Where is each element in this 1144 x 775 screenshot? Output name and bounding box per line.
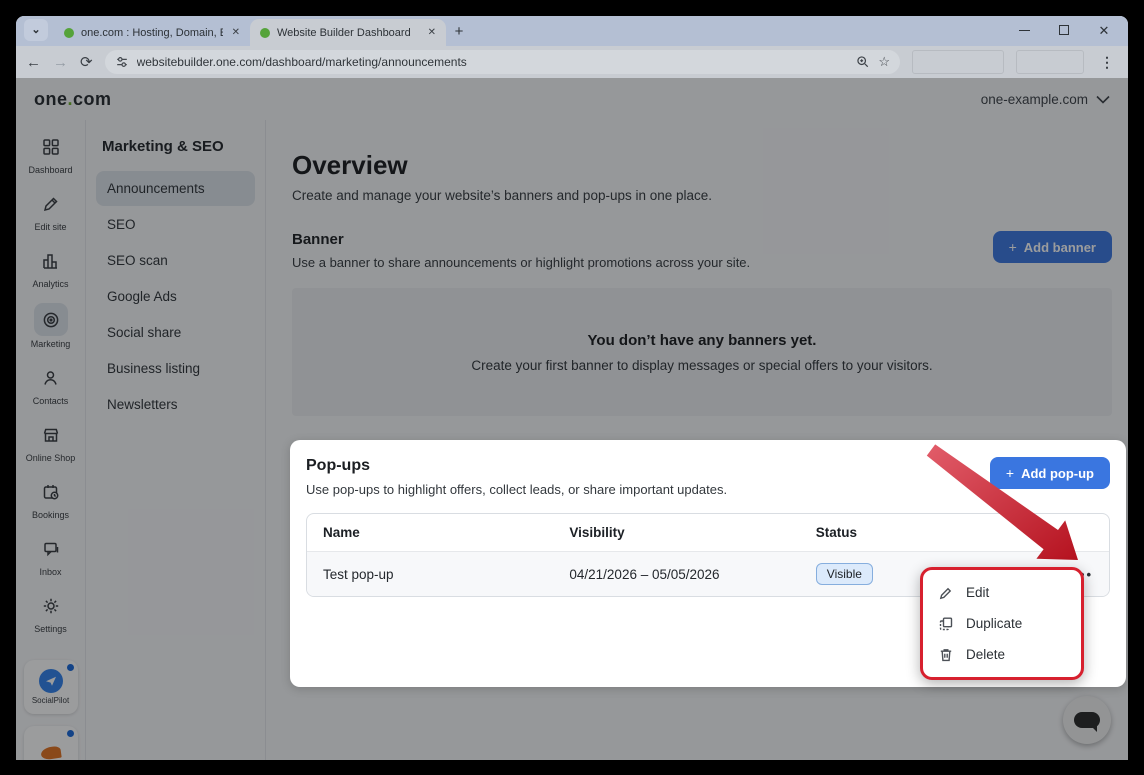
- new-tab-button[interactable]: +: [446, 18, 472, 44]
- address-bar[interactable]: websitebuilder.one.com/dashboard/marketi…: [105, 50, 900, 74]
- forward-button[interactable]: →: [53, 55, 68, 70]
- tab-close-icon[interactable]: ✕: [426, 27, 438, 38]
- page-viewport: one.com one-example.com Dashboard: [16, 78, 1128, 760]
- browser-tab-dashboard[interactable]: Website Builder Dashboard ✕: [250, 19, 446, 46]
- add-popup-button[interactable]: + Add pop-up: [990, 457, 1110, 489]
- close-icon: ✕: [1099, 24, 1110, 37]
- plus-icon: +: [1006, 465, 1014, 481]
- tab-search-button[interactable]: ⌄: [24, 19, 48, 41]
- reload-button[interactable]: ⟳: [80, 55, 93, 70]
- minimize-button[interactable]: [1004, 16, 1044, 44]
- trash-icon: [938, 647, 954, 663]
- popup-visibility: 04/21/2026 – 05/05/2026: [569, 567, 815, 582]
- status-badge: Visible: [816, 563, 873, 585]
- column-header-name: Name: [323, 525, 569, 540]
- browser-titlebar: ⌄ one.com : Hosting, Domain, Em ✕ Websit…: [16, 16, 1128, 46]
- browser-window: ⌄ one.com : Hosting, Domain, Em ✕ Websit…: [16, 16, 1128, 760]
- browser-menu-icon[interactable]: ⋮: [1096, 54, 1118, 71]
- row-context-menu: Edit Duplicate Delete: [920, 567, 1084, 680]
- column-header-visibility: Visibility: [569, 525, 815, 540]
- browser-tab-onecom[interactable]: one.com : Hosting, Domain, Em ✕: [54, 19, 250, 46]
- menu-item-delete[interactable]: Delete: [923, 639, 1081, 670]
- menu-item-duplicate[interactable]: Duplicate: [923, 608, 1081, 639]
- maximize-button[interactable]: [1044, 16, 1084, 44]
- site-info-icon[interactable]: [115, 55, 129, 69]
- zoom-icon[interactable]: [856, 55, 870, 69]
- table-header-row: Name Visibility Status: [307, 514, 1109, 552]
- tab-close-icon[interactable]: ✕: [230, 27, 242, 38]
- popup-name: Test pop-up: [323, 567, 569, 582]
- duplicate-icon: [938, 616, 954, 632]
- tab-favicon: [64, 28, 74, 38]
- tab-favicon: [260, 28, 270, 38]
- back-button[interactable]: ←: [26, 55, 41, 70]
- close-button[interactable]: ✕: [1084, 16, 1124, 44]
- browser-toolbar: ← → ⟳ websitebuilder.one.com/dashboard/m…: [16, 46, 1128, 78]
- url-text: websitebuilder.one.com/dashboard/marketi…: [137, 55, 849, 69]
- edit-pencil-icon: [938, 585, 954, 601]
- popups-subtitle: Use pop-ups to highlight offers, collect…: [306, 482, 727, 497]
- menu-item-edit[interactable]: Edit: [923, 577, 1081, 608]
- popups-section-header: Pop-ups Use pop-ups to highlight offers,…: [306, 457, 1110, 497]
- extension-placeholder: [912, 50, 1004, 74]
- minimize-icon: [1019, 30, 1030, 31]
- tab-title: one.com : Hosting, Domain, Em: [81, 27, 223, 39]
- extension-placeholder: [1016, 50, 1084, 74]
- window-controls: ✕: [1004, 16, 1124, 44]
- popups-title: Pop-ups: [306, 457, 727, 475]
- tab-title: Website Builder Dashboard: [277, 27, 419, 39]
- maximize-icon: [1059, 25, 1069, 35]
- column-header-status: Status: [816, 525, 1041, 540]
- chevron-down-icon: ⌄: [31, 23, 40, 36]
- bookmark-star-icon[interactable]: ☆: [878, 54, 890, 70]
